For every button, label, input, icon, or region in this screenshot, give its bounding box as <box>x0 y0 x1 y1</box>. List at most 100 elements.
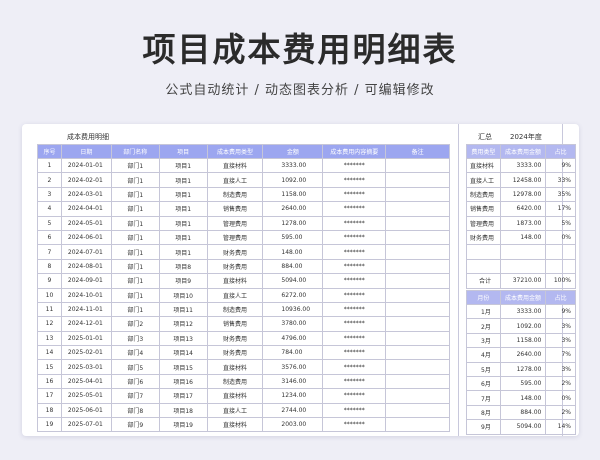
table-cell[interactable]: 部门9 <box>110 417 160 433</box>
table-cell[interactable]: 5% <box>545 215 576 231</box>
table-cell[interactable]: 直接材料 <box>206 359 264 375</box>
table-cell[interactable]: 3 <box>37 186 62 203</box>
table-cell[interactable]: 595.00 <box>262 229 324 246</box>
table-cell[interactable]: 项目16 <box>158 373 208 390</box>
table-cell[interactable]: ******* <box>322 402 387 419</box>
table-cell[interactable]: 13 <box>37 330 62 347</box>
table-cell[interactable]: 9 <box>37 273 62 289</box>
table-cell[interactable]: 11 <box>37 301 62 318</box>
table-cell[interactable]: 销售费用 <box>466 201 501 217</box>
table-cell[interactable]: ******* <box>322 215 387 231</box>
table-cell[interactable] <box>466 258 501 275</box>
table-cell[interactable]: 148.00 <box>262 244 324 260</box>
table-cell[interactable]: 2025-02-01 <box>60 345 112 361</box>
table-cell[interactable]: ******* <box>322 258 387 275</box>
table-cell[interactable]: 4月 <box>466 347 501 363</box>
table-cell[interactable]: 5 <box>37 215 62 231</box>
table-cell[interactable]: 3780.00 <box>262 316 324 332</box>
table-cell[interactable]: 部门1 <box>110 215 160 231</box>
table-cell[interactable]: 12978.00 <box>499 186 547 203</box>
table-cell[interactable]: 7 <box>37 244 62 260</box>
table-cell[interactable]: ******* <box>322 301 387 318</box>
table-cell[interactable]: 6420.00 <box>499 201 547 217</box>
table-cell[interactable] <box>385 229 450 246</box>
table-cell[interactable]: 直接材料 <box>206 417 264 433</box>
table-cell[interactable]: 部门1 <box>110 301 160 318</box>
table-cell[interactable]: 2024-08-01 <box>60 258 112 275</box>
table-cell[interactable]: 1 <box>37 157 62 174</box>
table-cell[interactable]: ******* <box>322 287 387 303</box>
table-cell[interactable]: 6月 <box>466 375 501 392</box>
table-cell[interactable] <box>385 373 450 390</box>
table-cell[interactable]: 2024-06-01 <box>60 229 112 246</box>
table-cell[interactable]: 项目1 <box>158 157 208 174</box>
table-cell[interactable]: 2024-09-01 <box>60 273 112 289</box>
table-cell[interactable]: ******* <box>322 417 387 433</box>
table-cell[interactable]: 1月 <box>466 303 501 320</box>
table-cell[interactable]: ******* <box>322 330 387 347</box>
table-cell[interactable]: 2025-01-01 <box>60 330 112 347</box>
table-cell[interactable]: 7月 <box>466 390 501 406</box>
table-cell[interactable]: 部门1 <box>110 244 160 260</box>
table-cell[interactable]: 1092.00 <box>499 318 547 334</box>
table-cell[interactable] <box>499 258 547 275</box>
table-cell[interactable] <box>385 359 450 375</box>
table-cell[interactable]: 16 <box>37 373 62 390</box>
table-cell[interactable]: 1158.00 <box>499 332 547 349</box>
table-cell[interactable]: 3333.00 <box>499 157 547 174</box>
table-cell[interactable] <box>385 316 450 332</box>
table-cell[interactable]: ******* <box>322 359 387 375</box>
table-cell[interactable]: 项目13 <box>158 330 208 347</box>
table-cell[interactable]: 项目15 <box>158 359 208 375</box>
table-cell[interactable] <box>545 244 576 260</box>
table-cell[interactable]: 884.00 <box>499 404 547 421</box>
table-cell[interactable]: 6272.00 <box>262 287 324 303</box>
table-cell[interactable] <box>385 215 450 231</box>
table-cell[interactable]: 148.00 <box>499 229 547 246</box>
total-cell[interactable]: 37210.00 <box>499 273 547 289</box>
total-cell[interactable]: 合计 <box>466 273 501 289</box>
table-cell[interactable]: 2744.00 <box>262 402 324 419</box>
table-cell[interactable] <box>499 244 547 260</box>
table-cell[interactable] <box>385 402 450 419</box>
table-cell[interactable]: 4796.00 <box>262 330 324 347</box>
table-cell[interactable]: 1234.00 <box>262 388 324 404</box>
table-cell[interactable]: 部门7 <box>110 388 160 404</box>
table-cell[interactable]: 17 <box>37 388 62 404</box>
table-cell[interactable]: 项目11 <box>158 301 208 318</box>
table-cell[interactable]: 直接人工 <box>466 172 501 188</box>
table-cell[interactable]: 2024-01-01 <box>60 157 112 174</box>
table-cell[interactable]: 项目17 <box>158 388 208 404</box>
table-cell[interactable]: 9% <box>545 157 576 174</box>
table-cell[interactable]: 5月 <box>466 361 501 377</box>
table-cell[interactable]: 直接材料 <box>206 388 264 404</box>
table-cell[interactable]: ******* <box>322 157 387 174</box>
table-cell[interactable]: 784.00 <box>262 345 324 361</box>
table-cell[interactable]: 0% <box>545 390 576 406</box>
table-cell[interactable]: 1158.00 <box>262 186 324 203</box>
table-cell[interactable]: 项目14 <box>158 345 208 361</box>
table-cell[interactable]: 部门1 <box>110 186 160 203</box>
table-cell[interactable]: 制造费用 <box>466 186 501 203</box>
table-cell[interactable]: 2025-05-01 <box>60 388 112 404</box>
table-cell[interactable]: 财务费用 <box>206 345 264 361</box>
table-cell[interactable]: 项目1 <box>158 229 208 246</box>
table-cell[interactable]: ******* <box>322 172 387 188</box>
table-cell[interactable]: 17% <box>545 201 576 217</box>
table-cell[interactable]: 销售费用 <box>206 201 264 217</box>
table-cell[interactable]: 部门6 <box>110 373 160 390</box>
table-cell[interactable]: 财务费用 <box>466 229 501 246</box>
table-cell[interactable]: 5094.00 <box>262 273 324 289</box>
table-cell[interactable]: ******* <box>322 244 387 260</box>
table-cell[interactable]: 直接材料 <box>206 273 264 289</box>
table-cell[interactable] <box>466 244 501 260</box>
table-cell[interactable] <box>385 330 450 347</box>
table-cell[interactable]: 148.00 <box>499 390 547 406</box>
table-cell[interactable]: 部门1 <box>110 273 160 289</box>
table-cell[interactable]: 直接材料 <box>466 157 501 174</box>
table-cell[interactable]: 19 <box>37 417 62 433</box>
table-cell[interactable]: 595.00 <box>499 375 547 392</box>
table-cell[interactable]: 2640.00 <box>262 201 324 217</box>
table-cell[interactable] <box>545 258 576 275</box>
table-cell[interactable]: 项目1 <box>158 186 208 203</box>
